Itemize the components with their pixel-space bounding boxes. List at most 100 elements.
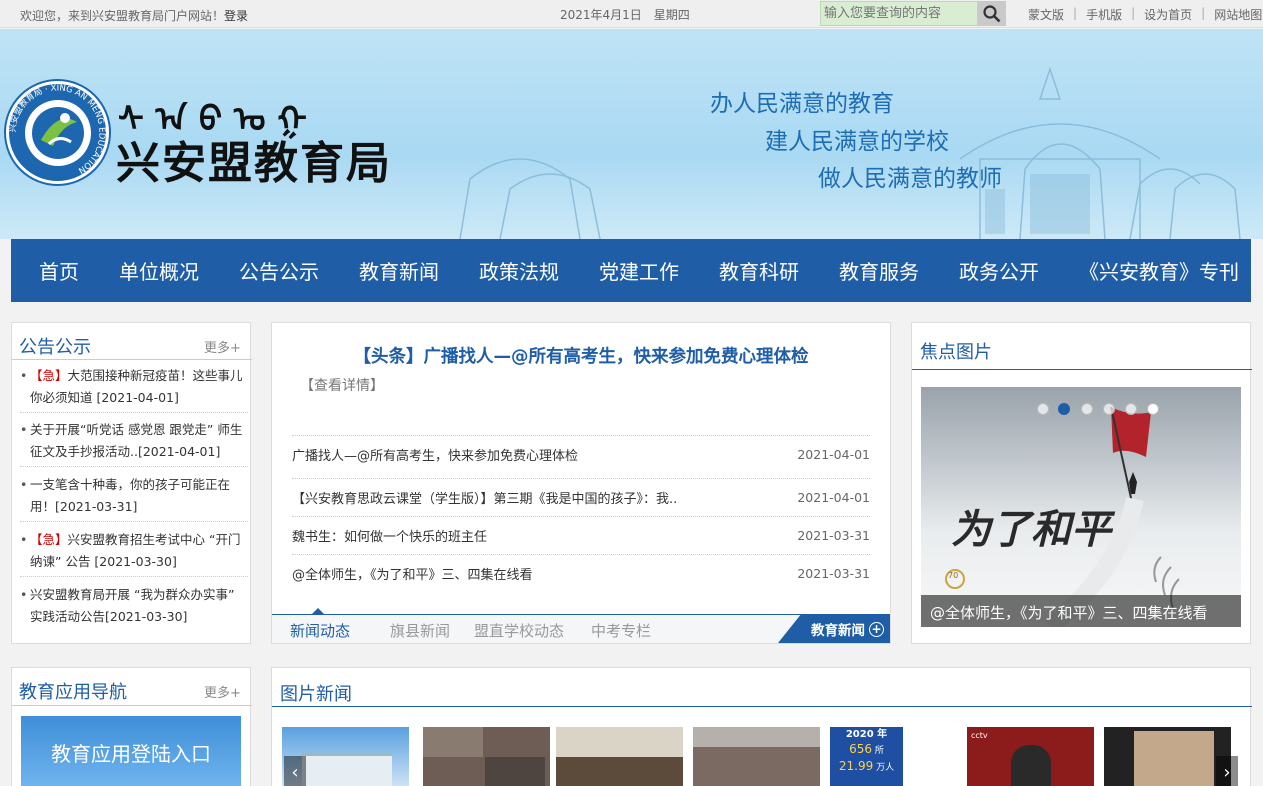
separator: |: [1131, 6, 1136, 20]
stat-unit: 所: [874, 746, 884, 756]
divider: [272, 706, 1252, 707]
nav-item-government[interactable]: 政务公开: [959, 256, 1039, 285]
slogan-2: 建人民满意的学校: [765, 129, 949, 155]
app-login-label: 教育应用登陆入口: [51, 742, 211, 766]
login-link[interactable]: 登录: [224, 9, 248, 23]
top-links: 蒙文版 | 手机版 | 设为首页 | 网站地图: [1028, 6, 1262, 23]
focus-caption[interactable]: @全体师生，《为了和平》三、四集在线看: [921, 595, 1241, 627]
slogan-3: 做人民满意的教师: [818, 166, 1002, 192]
list-item[interactable]: 一支笔含十种毒，你的孩子可能正在用！[2021-03-31]: [20, 474, 248, 522]
photo-thumbnail[interactable]: [423, 727, 550, 786]
table-row[interactable]: 广播找人—@所有高考生，快来参加免费心理体检 2021-04-01: [292, 435, 870, 473]
list-item[interactable]: 关于开展“听党话 感党恩 跟党走” 师生征文及手抄报活动..[2021-04-0…: [20, 419, 248, 467]
svg-text:兴安盟教育局 · XING AN MENG EDUCATIO: 兴安盟教育局 · XING AN MENG EDUCATION: [8, 83, 106, 175]
photo-news-panel: 图片新闻 2020 年 656 所 21.99 万人 cctv ‹ ›: [271, 667, 1252, 786]
search-input[interactable]: [820, 1, 978, 26]
welcome-text: 欢迎您，来到兴安盟教育局门户网站！登录: [20, 7, 248, 24]
top-bar: 欢迎您，来到兴安盟教育局门户网站！登录 2021年4月1日 星期四 蒙文版 | 手…: [0, 0, 1263, 28]
table-row[interactable]: @全体师生，《为了和平》三、四集在线看 2021-03-31: [292, 554, 870, 592]
news-title: 【兴安教育思政云课堂（学生版）】第三期《我是中国的孩子》：我..: [292, 492, 678, 507]
photo-thumbnail[interactable]: 2020 年 656 所 21.99 万人: [830, 727, 957, 786]
notices-title: 公告公示: [19, 337, 91, 358]
news-title: @全体师生，《为了和平》三、四集在线看: [292, 568, 533, 583]
focus-panel: 焦点图片 为了和平 70 @全体师生，《为了和平》三、四集在线看: [911, 322, 1252, 644]
carousel-dot[interactable]: [1125, 403, 1137, 415]
view-detail-link[interactable]: 【查看详情】: [300, 375, 384, 395]
divider: [12, 359, 252, 360]
news-date: 2021-03-31: [797, 566, 870, 581]
table-row[interactable]: 魏书生：如何做一个快乐的班主任 2021-03-31: [292, 516, 870, 554]
nav-item-party[interactable]: 党建工作: [599, 256, 679, 285]
news-title: 魏书生：如何做一个快乐的班主任: [292, 530, 488, 545]
active-tab-indicator: [312, 608, 324, 614]
set-homepage-link[interactable]: 设为首页: [1144, 6, 1192, 23]
news-panel: 【头条】广播找人—@所有高考生，快来参加免费心理体检 【查看详情】 广播找人—@…: [271, 322, 891, 644]
carousel-dot[interactable]: [1103, 403, 1115, 415]
news-date: 2021-04-01: [797, 447, 870, 462]
stat-value: 656: [849, 742, 872, 756]
photo-thumbnail[interactable]: cctv: [967, 727, 1094, 786]
carousel-dot[interactable]: [1147, 403, 1159, 415]
nav-item-policy[interactable]: 政策法规: [479, 256, 559, 285]
tab-county-news[interactable]: 旗县新闻: [390, 620, 450, 641]
stat-year: 2020 年: [845, 729, 888, 740]
welcome-message: 欢迎您，来到兴安盟教育局门户网站！: [20, 9, 225, 23]
separator: |: [1201, 6, 1206, 20]
divider: [912, 369, 1252, 370]
sitemap-link[interactable]: 网站地图: [1214, 6, 1262, 23]
slogan-1: 办人民满意的教育: [710, 91, 894, 117]
news-date: 2021-03-31: [797, 528, 870, 543]
nav-item-about[interactable]: 单位概况: [119, 256, 199, 285]
apps-panel: 教育应用导航 更多+ 教育应用登陆入口: [11, 667, 252, 786]
photo-thumbnail[interactable]: [693, 727, 820, 786]
notices-more-link[interactable]: 更多+: [204, 337, 241, 356]
divider: [12, 705, 252, 706]
cctv-logo: cctv: [971, 731, 988, 740]
list-item[interactable]: 【急】兴安盟教育招生考试中心 “开门纳谏” 公告 [2021-03-30]: [20, 529, 248, 577]
tab-school-news[interactable]: 盟直学校动态: [474, 620, 564, 641]
stat-unit-2: 万人: [876, 763, 895, 773]
plus-circle-icon: +: [869, 621, 884, 637]
carousel-dot[interactable]: [1081, 403, 1093, 415]
notice-text: 兴安盟教育局开展 “我为群众办实事” 实践活动公告[2021-03-30]: [30, 587, 235, 624]
search-button[interactable]: [978, 1, 1006, 26]
news-tabs: 新闻动态 旗县新闻 盟直学校动态 中考专栏 教育新闻 +: [272, 608, 890, 643]
tab-exam-column[interactable]: 中考专栏: [591, 620, 651, 641]
education-news-more-button[interactable]: 教育新闻 +: [778, 615, 890, 643]
nav-item-research[interactable]: 教育科研: [719, 256, 799, 285]
app-login-banner[interactable]: 教育应用登陆入口: [21, 716, 241, 786]
headline-link[interactable]: 【头条】广播找人—@所有高考生，快来参加免费心理体检: [272, 343, 890, 368]
nav-item-notices[interactable]: 公告公示: [239, 256, 319, 285]
focus-title: 焦点图片: [920, 342, 992, 363]
photo-thumbnail[interactable]: [1104, 727, 1231, 786]
list-item[interactable]: 【急】大范围接种新冠疫苗！这些事儿你必须知道 [2021-04-01]: [20, 365, 248, 413]
prev-arrow-icon[interactable]: ‹: [284, 756, 306, 786]
focus-image[interactable]: 为了和平 70 @全体师生，《为了和平》三、四集在线看: [921, 387, 1241, 627]
site-title: 兴安盟教育局: [116, 138, 392, 189]
site-logo[interactable]: 兴安盟教育局 · XING AN MENG EDUCATION: [6, 81, 109, 184]
photo-thumbnail[interactable]: [556, 727, 683, 786]
main-nav: 首页 单位概况 公告公示 教育新闻 政策法规 党建工作 教育科研 教育服务 政务…: [11, 239, 1251, 302]
more-label: 教育新闻: [811, 623, 865, 639]
nav-item-home[interactable]: 首页: [39, 256, 79, 285]
nav-item-services[interactable]: 教育服务: [839, 256, 919, 285]
next-arrow-icon[interactable]: ›: [1216, 756, 1238, 786]
tab-news-updates[interactable]: 新闻动态: [290, 620, 350, 641]
search-icon: [983, 4, 1001, 22]
mongolian-version-link[interactable]: 蒙文版: [1028, 6, 1064, 23]
carousel-dot[interactable]: [1037, 403, 1049, 415]
mobile-version-link[interactable]: 手机版: [1086, 6, 1122, 23]
urgent-tag: 【急】: [30, 368, 68, 383]
list-item[interactable]: 兴安盟教育局开展 “我为群众办实事” 实践活动公告[2021-03-30]: [20, 584, 248, 632]
table-row[interactable]: 【兴安教育思政云课堂（学生版）】第三期《我是中国的孩子》：我.. 2021-04-…: [292, 478, 870, 516]
apps-title: 教育应用导航: [19, 682, 127, 703]
apps-more-link[interactable]: 更多+: [204, 682, 241, 701]
photo-news-title: 图片新闻: [280, 684, 352, 705]
urgent-tag: 【急】: [30, 532, 68, 547]
notices-panel: 公告公示 更多+ 【急】大范围接种新冠疫苗！这些事儿你必须知道 [2021-04…: [11, 322, 252, 644]
search-box: [820, 1, 1006, 26]
nav-item-journal[interactable]: 《兴安教育》专刊: [1079, 256, 1239, 285]
carousel-dot-active[interactable]: [1058, 403, 1070, 415]
nav-item-news[interactable]: 教育新闻: [359, 256, 439, 285]
poster-calligraphy: 为了和平: [951, 506, 1111, 553]
